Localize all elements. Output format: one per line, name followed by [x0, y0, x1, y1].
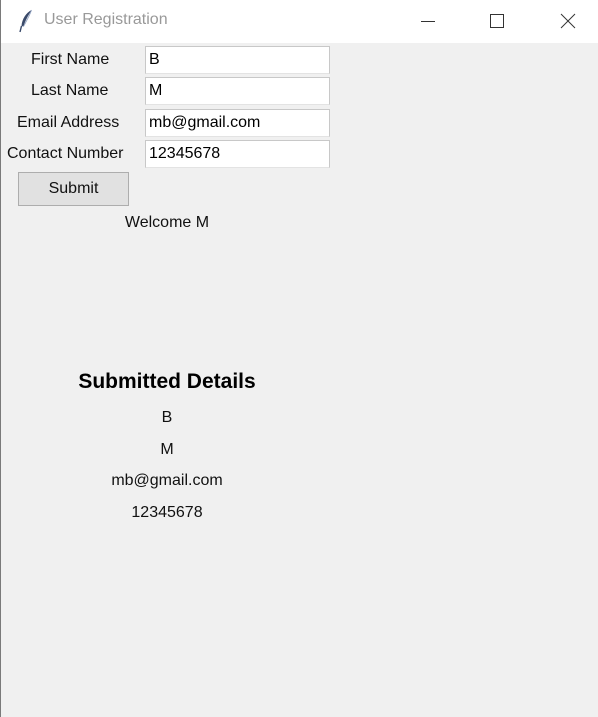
- first-name-label: First Name: [31, 51, 110, 68]
- submit-button[interactable]: Submit: [18, 172, 129, 206]
- contact-number-field[interactable]: [145, 140, 330, 168]
- email-address-label: Email Address: [17, 114, 120, 131]
- maximize-button[interactable]: [474, 0, 520, 43]
- feather-icon: [19, 9, 33, 33]
- submitted-email: mb@gmail.com: [111, 472, 223, 489]
- welcome-message: Welcome M: [124, 214, 210, 231]
- last-name-label: Last Name: [31, 82, 109, 99]
- first-name-field[interactable]: [145, 46, 330, 74]
- app-window: User Registration First Name Last Name E…: [0, 0, 598, 717]
- minimize-button[interactable]: [405, 0, 451, 43]
- minimize-icon: [421, 21, 435, 22]
- submitted-last-name: M: [160, 441, 174, 458]
- title-bar[interactable]: User Registration: [1, 0, 598, 43]
- submitted-first-name: B: [161, 409, 173, 426]
- submitted-contact: 12345678: [131, 504, 203, 521]
- last-name-field[interactable]: [145, 77, 330, 105]
- contact-number-label: Contact Number: [7, 145, 124, 162]
- maximize-icon: [490, 14, 504, 28]
- submitted-details-heading: Submitted Details: [78, 370, 256, 393]
- close-button[interactable]: [545, 0, 591, 43]
- window-title: User Registration: [44, 11, 168, 28]
- email-address-field[interactable]: [145, 109, 330, 137]
- close-icon: [560, 13, 576, 29]
